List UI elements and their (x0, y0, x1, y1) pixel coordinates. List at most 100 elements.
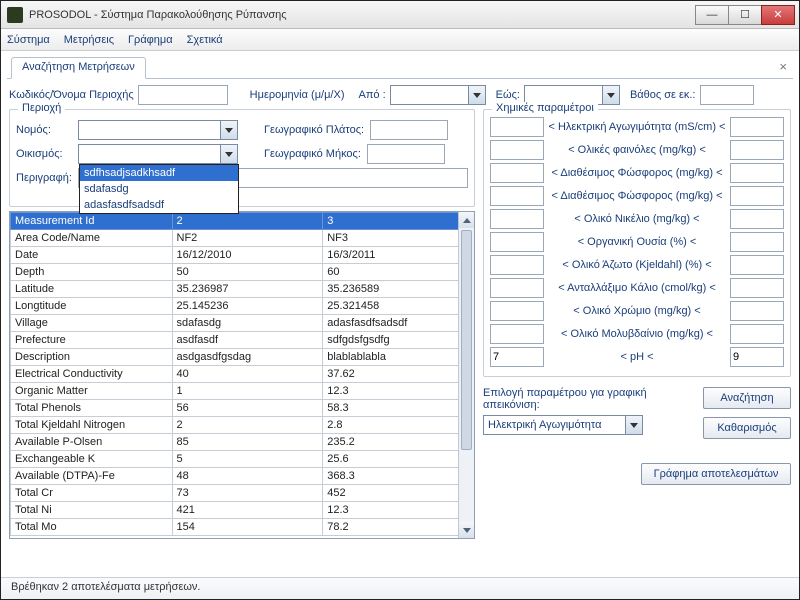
grid-cell[interactable]: 12.3 (323, 502, 474, 519)
grid-cell[interactable]: 12.3 (323, 383, 474, 400)
chem-low-input[interactable] (490, 232, 544, 252)
grid-cell[interactable]: 421 (172, 502, 323, 519)
clear-button[interactable]: Καθαρισμός (703, 417, 791, 439)
dropdown-option[interactable]: sdfhsadjsadkhsadf (80, 165, 238, 181)
chem-high-input[interactable] (730, 140, 784, 160)
chem-low-input[interactable] (490, 324, 544, 344)
grid-cell[interactable]: 154 (172, 519, 323, 536)
chem-high-input[interactable] (730, 278, 784, 298)
grid-row-header: Latitude (11, 281, 173, 298)
chem-high-input[interactable] (730, 347, 784, 367)
chem-high-input[interactable] (730, 324, 784, 344)
grid-cell[interactable]: asdgasdfgsdag (172, 349, 323, 366)
chem-high-input[interactable] (730, 232, 784, 252)
grid-cell[interactable]: sdfgdsfgsdfg (323, 332, 474, 349)
chem-label: < Ολικό Μολυβδαίνιο (mg/kg) < (548, 328, 726, 340)
tab-search-measurements[interactable]: Αναζήτηση Μετρήσεων (11, 57, 146, 79)
grid-cell[interactable]: adasfasdfsadsdf (323, 315, 474, 332)
grid-header[interactable]: 2 (172, 213, 323, 230)
chem-low-input[interactable] (490, 117, 544, 137)
lat-input[interactable] (370, 120, 448, 140)
dropdown-option[interactable]: adasfasdfsadsdf (80, 197, 238, 213)
grid-cell[interactable]: 50 (172, 264, 323, 281)
chem-high-input[interactable] (730, 301, 784, 321)
menu-about[interactable]: Σχετικά (187, 34, 223, 46)
chem-low-input[interactable] (490, 347, 544, 367)
grid-cell[interactable]: 56 (172, 400, 323, 417)
grid-row-header: Area Code/Name (11, 230, 173, 247)
grid-row-header: Total Ni (11, 502, 173, 519)
grid-cell[interactable]: 25.321458 (323, 298, 474, 315)
menu-chart[interactable]: Γράφημα (128, 34, 173, 46)
graph-param-area: Επιλογή παραμέτρου για γραφική απεικόνισ… (483, 387, 791, 485)
grid-cell[interactable]: 48 (172, 468, 323, 485)
grid-cell[interactable]: 35.236589 (323, 281, 474, 298)
grid-cell[interactable]: 5 (172, 451, 323, 468)
grid-header[interactable]: Measurement Id (11, 213, 173, 230)
scroll-down-icon[interactable] (459, 522, 474, 538)
grid-cell[interactable]: 60 (323, 264, 474, 281)
date-from-combo[interactable] (390, 85, 486, 105)
label-nomos: Νομός: (16, 124, 72, 136)
chem-low-input[interactable] (490, 163, 544, 183)
menubar: Σύστημα Μετρήσεις Γράφημα Σχετικά (1, 29, 799, 51)
menu-system[interactable]: Σύστημα (7, 34, 50, 46)
grid-cell[interactable]: 58.3 (323, 400, 474, 417)
chem-low-input[interactable] (490, 209, 544, 229)
search-button[interactable]: Αναζήτηση (703, 387, 791, 409)
grid-cell[interactable]: 235.2 (323, 434, 474, 451)
chem-high-input[interactable] (730, 163, 784, 183)
menu-measurements[interactable]: Μετρήσεις (64, 34, 114, 46)
tab-close-icon[interactable]: × (779, 59, 787, 74)
grid-cell[interactable]: sdafasdg (172, 315, 323, 332)
lon-input[interactable] (367, 144, 445, 164)
code-input[interactable] (138, 85, 228, 105)
grid-row-header: Electrical Conductivity (11, 366, 173, 383)
grid-cell[interactable]: asdfasdf (172, 332, 323, 349)
grid-cell[interactable]: 25.145236 (172, 298, 323, 315)
vertical-scrollbar[interactable] (458, 212, 474, 538)
scroll-thumb[interactable] (461, 230, 472, 450)
grid-cell[interactable]: NF3 (323, 230, 474, 247)
grid-cell[interactable]: 368.3 (323, 468, 474, 485)
grid-cell[interactable]: 37.62 (323, 366, 474, 383)
grid-cell[interactable]: blablablabla (323, 349, 474, 366)
chem-low-input[interactable] (490, 186, 544, 206)
dropdown-option[interactable]: sdafasdg (80, 181, 238, 197)
chem-low-input[interactable] (490, 278, 544, 298)
minimize-button[interactable]: — (695, 5, 729, 25)
grid-cell[interactable]: NF2 (172, 230, 323, 247)
maximize-button[interactable]: ☐ (728, 5, 762, 25)
chem-low-input[interactable] (490, 255, 544, 275)
chevron-down-icon (220, 121, 237, 139)
param-combo[interactable]: Ηλεκτρική Αγωγιμότητα (483, 415, 643, 435)
grid-cell[interactable]: 35.236987 (172, 281, 323, 298)
window-title: PROSODOL - Σύστημα Παρακολούθησης Ρύπανσ… (29, 9, 696, 21)
grid-header[interactable]: 3 (323, 213, 474, 230)
grid-cell[interactable]: 1 (172, 383, 323, 400)
chem-high-input[interactable] (730, 209, 784, 229)
chem-low-input[interactable] (490, 140, 544, 160)
scroll-up-icon[interactable] (459, 212, 474, 228)
grid-cell[interactable]: 16/3/2011 (323, 247, 474, 264)
oikismos-combo[interactable]: sdfhsadjsadkhsadf sdafasdg adasfasdfsads… (78, 144, 238, 164)
grid-row-header: Organic Matter (11, 383, 173, 400)
grid-cell[interactable]: 73 (172, 485, 323, 502)
chem-label: < Ολικό Νικέλιο (mg/kg) < (548, 213, 726, 225)
chem-high-input[interactable] (730, 186, 784, 206)
chem-high-input[interactable] (730, 117, 784, 137)
grid-cell[interactable]: 2 (172, 417, 323, 434)
chart-results-button[interactable]: Γράφημα αποτελεσμάτων (641, 463, 791, 485)
grid-cell[interactable]: 85 (172, 434, 323, 451)
grid-cell[interactable]: 16/12/2010 (172, 247, 323, 264)
chem-label: < Ηλεκτρική Αγωγιμότητα (mS/cm) < (548, 121, 726, 133)
nomos-combo[interactable] (78, 120, 238, 140)
chem-low-input[interactable] (490, 301, 544, 321)
chem-high-input[interactable] (730, 255, 784, 275)
grid-cell[interactable]: 40 (172, 366, 323, 383)
grid-cell[interactable]: 452 (323, 485, 474, 502)
grid-cell[interactable]: 78.2 (323, 519, 474, 536)
grid-cell[interactable]: 25.6 (323, 451, 474, 468)
close-button[interactable]: ✕ (761, 5, 795, 25)
grid-cell[interactable]: 2.8 (323, 417, 474, 434)
